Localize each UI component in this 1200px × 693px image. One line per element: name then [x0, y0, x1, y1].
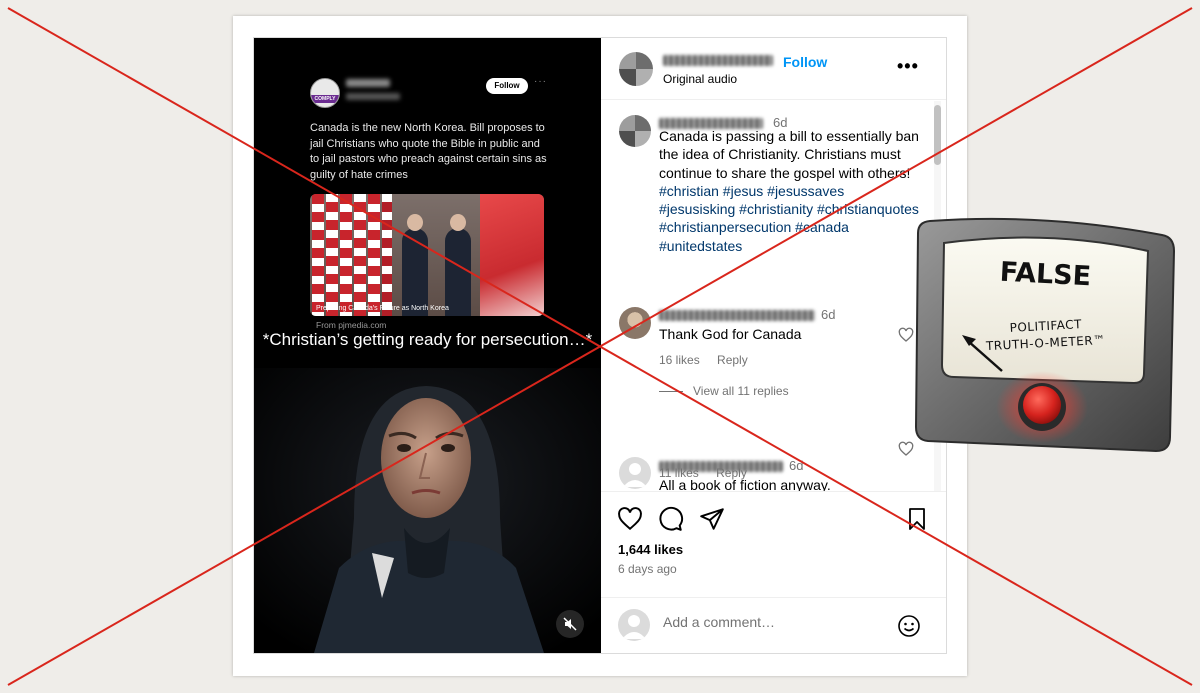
caption-hashtags[interactable]: #christian #jesus #jesussaves #jesusiski… — [659, 183, 919, 254]
original-audio-link[interactable]: Original audio — [663, 72, 737, 86]
flag-graphic — [368, 194, 380, 316]
commenter-avatar[interactable] — [619, 307, 651, 339]
flag-graphic — [312, 194, 324, 316]
emoji-picker-icon[interactable] — [897, 614, 921, 638]
add-comment-input[interactable] — [663, 614, 883, 630]
user-silhouette-icon — [623, 463, 647, 487]
comment-meta: 11 likes Reply — [659, 466, 761, 480]
woman-portrait — [254, 368, 601, 653]
comment-text: Thank God for Canada — [659, 326, 802, 342]
instagram-post: COMPLY Follow ··· Canada is the new Nort… — [253, 37, 947, 654]
comments-panel[interactable]: 6d Canada is passing a bill to essential… — [601, 101, 946, 492]
author-avatar[interactable] — [619, 52, 653, 86]
video-overlay-text: *Christian’s getting ready for persecuti… — [262, 330, 593, 349]
add-comment-bar — [601, 597, 946, 653]
politifact-truth-o-meter: FALSE POLITIFACT TRUTH-O-METER™ — [914, 217, 1176, 453]
comment-bubble-icon[interactable] — [658, 506, 684, 532]
caption-author-avatar[interactable] — [619, 115, 651, 147]
flag-graphic — [354, 194, 366, 316]
comment-likes[interactable]: 11 likes — [659, 466, 699, 480]
tweet-handle-redacted — [346, 93, 400, 100]
author-username-redacted[interactable] — [663, 55, 773, 66]
post-media[interactable]: COMPLY Follow ··· Canada is the new Nort… — [254, 38, 601, 653]
post-sidebar: Follow Original audio ••• 6d Canada is p… — [601, 38, 946, 653]
post-date: 6 days ago — [618, 562, 677, 576]
caption-text: Canada is passing a bill to essentially … — [659, 128, 919, 181]
person-figure — [402, 214, 428, 316]
post-header: Follow Original audio ••• — [601, 38, 946, 100]
scrollbar-thumb[interactable] — [934, 105, 941, 165]
user-silhouette-icon — [622, 615, 646, 639]
follow-button[interactable]: Follow — [783, 54, 827, 70]
comment-time: 6d — [821, 307, 836, 322]
like-heart-icon[interactable] — [617, 506, 643, 532]
tweet-avatar: COMPLY — [310, 78, 340, 108]
meter-red-button — [1023, 386, 1061, 424]
mute-button[interactable] — [556, 610, 584, 638]
comment-likes[interactable]: 16 likes — [659, 353, 700, 367]
flag-graphic — [382, 194, 392, 316]
likes-count[interactable]: 1,644 likes — [618, 542, 683, 557]
reply-button[interactable]: Reply — [716, 466, 747, 480]
more-options-icon[interactable]: ••• — [897, 56, 919, 77]
share-send-icon[interactable] — [699, 506, 725, 532]
current-user-avatar — [618, 609, 650, 641]
canada-flag-graphic — [480, 194, 544, 316]
tweet-source: From pjmedia.com — [316, 320, 387, 330]
person-figure — [445, 214, 471, 316]
reply-button[interactable]: Reply — [717, 353, 748, 367]
comment-time: 6d — [789, 458, 804, 473]
post-actions: 1,644 likes 6 days ago — [601, 494, 946, 594]
speaker-muted-icon — [563, 617, 577, 631]
meter-rating: FALSE — [999, 257, 1092, 293]
tweet-image: Preparing Canada's Future as North Korea — [310, 194, 544, 316]
view-replies-link[interactable]: View all 11 replies — [659, 384, 789, 398]
post-caption: Canada is passing a bill to essentially … — [659, 127, 921, 255]
tweet-text: Canada is the new North Korea. Bill prop… — [310, 122, 547, 181]
tweet-follow-button[interactable]: Follow — [486, 78, 528, 94]
embedded-tweet: COMPLY Follow ··· Canada is the new Nort… — [254, 38, 601, 338]
tweet-more-icon[interactable]: ··· — [534, 76, 547, 87]
save-bookmark-icon[interactable] — [905, 506, 929, 532]
commenter-avatar-default[interactable] — [619, 457, 651, 489]
tweet-avatar-badge: COMPLY — [311, 95, 339, 103]
tweet-display-name-redacted — [346, 79, 390, 87]
commenter-username-redacted[interactable] — [659, 310, 815, 321]
comment-meta: 16 likes Reply — [659, 353, 762, 367]
tweet-image-caption: Preparing Canada's Future as North Korea — [316, 305, 449, 312]
flag-graphic — [340, 194, 352, 316]
flag-graphic — [326, 194, 338, 316]
